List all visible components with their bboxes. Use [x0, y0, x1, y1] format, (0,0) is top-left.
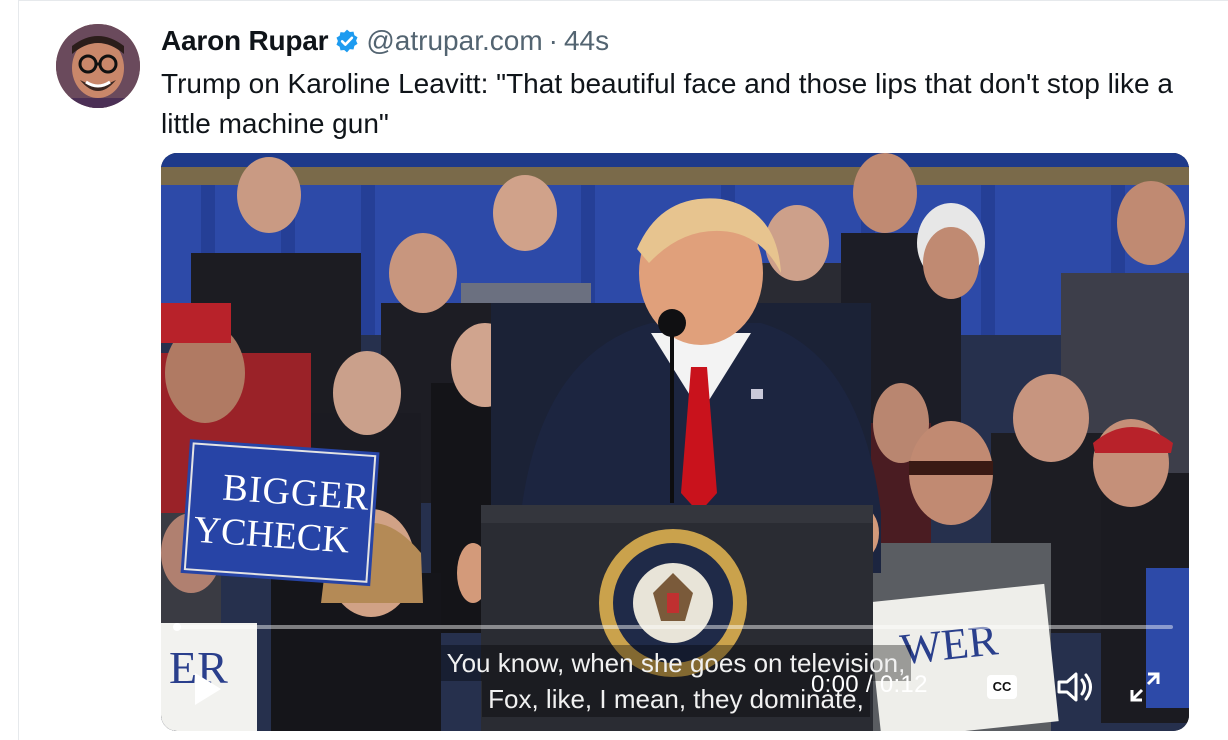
volume-icon	[1057, 672, 1092, 702]
play-icon	[195, 673, 221, 705]
play-button[interactable]	[189, 669, 225, 709]
video-progress-knob[interactable]	[173, 623, 181, 631]
post-timestamp[interactable]: 44s	[564, 25, 609, 57]
fullscreen-icon	[1130, 672, 1160, 702]
video-time-display: 0:00 / 0:12	[811, 671, 928, 698]
fullscreen-button[interactable]	[1127, 669, 1163, 705]
volume-button[interactable]	[1055, 669, 1095, 705]
avatar-image	[56, 24, 140, 108]
author-name[interactable]: Aaron Rupar	[161, 25, 329, 57]
video-progress-bar[interactable]	[173, 623, 1173, 631]
video-player[interactable]: ER WER BIGGER YCHECK You know, when she …	[161, 153, 1189, 731]
verified-badge-icon	[334, 28, 360, 54]
closed-captions-icon[interactable]: CC	[987, 675, 1017, 699]
author-avatar[interactable]	[56, 24, 140, 108]
separator-dot: ·	[548, 25, 558, 56]
author-handle[interactable]: @atrupar.com	[366, 25, 542, 57]
post-text: Trump on Karoline Leavitt: "That beautif…	[161, 68, 1173, 139]
post-header: Aaron Rupar @atrupar.com · 44s	[161, 22, 609, 60]
